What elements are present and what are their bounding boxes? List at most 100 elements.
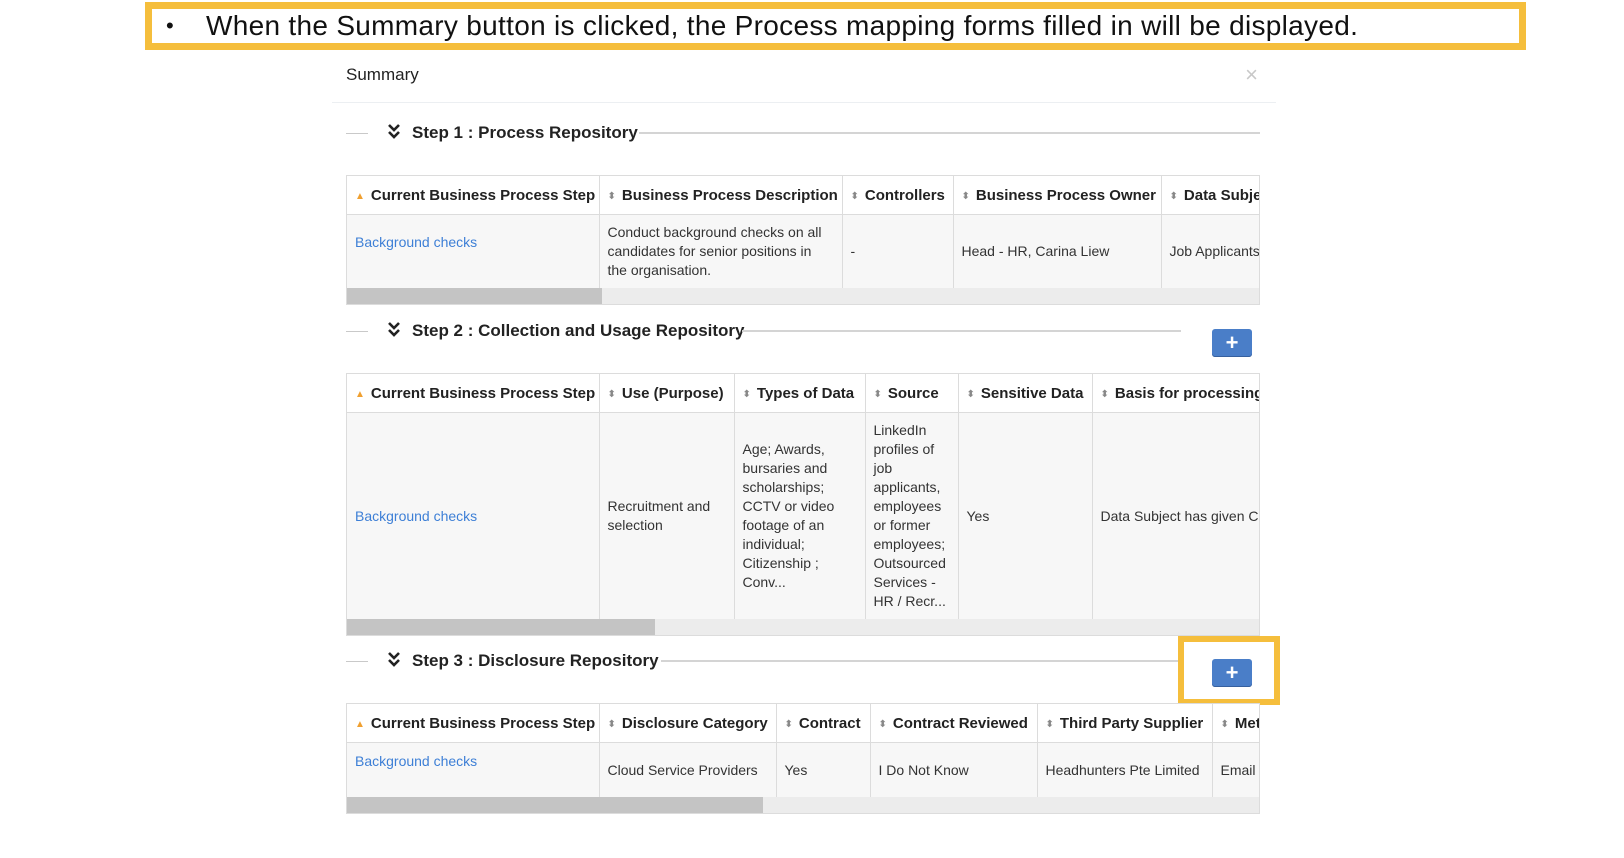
column-header-current-step[interactable]: ▲ Current Business Process Step — [347, 704, 600, 743]
table-cell: Conduct background checks on all candida… — [599, 214, 843, 289]
column-header-method[interactable]: ⬍ Met — [1212, 704, 1260, 743]
sort-icon: ⬍ — [878, 718, 887, 730]
table-cell: Data Subject has given C Information — [1092, 412, 1259, 620]
step2-title: Step 2 : Collection and Usage Repository — [412, 321, 745, 340]
table-cell: I Do Not Know — [870, 742, 1038, 799]
sort-asc-icon: ▲ — [355, 718, 365, 730]
instruction-callout: • When the Summary button is clicked, th… — [145, 2, 1526, 50]
column-header-disclosure-category[interactable]: ⬍ Disclosure Category — [599, 704, 777, 743]
step1-title: Step 1 : Process Repository — [412, 123, 638, 142]
column-header-use-purpose[interactable]: ⬍ Use (Purpose) — [599, 374, 735, 413]
table-header-row: ▲ Current Business Process Step ⬍ Disclosu… — [347, 704, 1260, 743]
callout-text: When the Summary button is clicked, the … — [206, 10, 1359, 41]
sort-asc-icon: ▲ — [355, 388, 365, 400]
table-cell: - — [842, 214, 954, 289]
table-header-row: ▲ Current Business Process Step ⬍ Use (Pur… — [347, 374, 1260, 413]
column-label: Current Business Process Step — [370, 186, 596, 204]
column-header-basis[interactable]: ⬍ Basis for processing — [1092, 374, 1260, 413]
step2-divider-right — [742, 330, 1181, 332]
double-chevron-down-icon[interactable] — [387, 651, 401, 670]
modal-header: Summary × — [332, 52, 1276, 103]
column-label: Third Party Supplier — [1059, 714, 1204, 732]
process-step-link[interactable]: Background checks — [347, 214, 600, 289]
sort-icon: ⬍ — [607, 190, 616, 202]
column-header-source[interactable]: ⬍ Source — [865, 374, 959, 413]
column-label: Disclosure Category — [621, 714, 768, 732]
table-cell: Job Applicants — [1161, 214, 1259, 289]
sort-icon: ⬍ — [961, 190, 970, 202]
table-row: Background checks Cloud Service Provider… — [347, 742, 1259, 799]
column-label: Business Process Description — [621, 186, 838, 204]
plus-icon: + — [1225, 660, 1239, 685]
column-header-third-party-supplier[interactable]: ⬍ Third Party Supplier — [1037, 704, 1213, 743]
step3-divider-left — [346, 661, 368, 662]
column-label: Controllers — [864, 186, 945, 204]
column-label: Met — [1234, 714, 1260, 732]
table-row: Background checks Recruitment and select… — [347, 412, 1259, 620]
column-header-current-step[interactable]: ▲ Current Business Process Step — [347, 176, 600, 215]
column-header-contract[interactable]: ⬍ Contract — [776, 704, 871, 743]
horizontal-scrollbar[interactable] — [347, 288, 1259, 304]
step3-title: Step 3 : Disclosure Repository — [412, 651, 659, 670]
step1-divider-left — [346, 133, 368, 134]
column-label: Source — [887, 384, 939, 402]
add-collection-button[interactable]: + — [1212, 329, 1252, 357]
process-step-link[interactable]: Background checks — [347, 412, 600, 620]
process-step-link[interactable]: Background checks — [347, 742, 600, 799]
double-chevron-down-icon[interactable] — [387, 123, 401, 142]
column-label: Data Subje — [1183, 186, 1260, 204]
column-label: Current Business Process Step — [370, 384, 596, 402]
table-cell: Headhunters Pte Limited — [1037, 742, 1213, 799]
column-header-types-of-data[interactable]: ⬍ Types of Data — [734, 374, 866, 413]
sort-icon: ⬍ — [966, 388, 975, 400]
sort-icon: ⬍ — [1045, 718, 1054, 730]
column-header-data-subject[interactable]: ⬍ Data Subje — [1161, 176, 1260, 215]
table-header-row: ▲ Current Business Process Step ⬍ Business… — [347, 176, 1260, 215]
summary-modal: Summary × Step 1 : Process Repository ▲ C… — [332, 52, 1280, 858]
column-label: Basis for processing — [1114, 384, 1260, 402]
table-cell: Age; Awards, bursaries and scholarships;… — [734, 412, 866, 620]
column-header-controllers[interactable]: ⬍ Controllers — [842, 176, 954, 215]
sort-icon: ⬍ — [1220, 718, 1229, 730]
table-cell: Cloud Service Providers — [599, 742, 777, 799]
plus-icon: + — [1225, 330, 1239, 355]
double-chevron-down-icon[interactable] — [387, 321, 401, 340]
close-icon[interactable]: × — [1245, 62, 1258, 88]
horizontal-scrollbar[interactable] — [347, 619, 1259, 635]
column-header-description[interactable]: ⬍ Business Process Description — [599, 176, 843, 215]
table-row: Background checks Conduct background che… — [347, 214, 1259, 289]
sort-asc-icon: ▲ — [355, 190, 365, 202]
column-label: Use (Purpose) — [621, 384, 724, 402]
sort-icon: ⬍ — [784, 718, 793, 730]
table-cell: Head - HR, Carina Liew — [953, 214, 1162, 289]
column-header-current-step[interactable]: ▲ Current Business Process Step — [347, 374, 600, 413]
column-header-sensitive-data[interactable]: ⬍ Sensitive Data — [958, 374, 1093, 413]
sort-icon: ⬍ — [873, 388, 882, 400]
column-label: Contract Reviewed — [892, 714, 1028, 732]
horizontal-scrollbar[interactable] — [347, 797, 1259, 813]
column-label: Current Business Process Step — [370, 714, 596, 732]
step2-divider-left — [346, 331, 368, 332]
scrollbar-thumb[interactable] — [347, 288, 602, 304]
sort-icon: ⬍ — [607, 718, 616, 730]
scrollbar-thumb[interactable] — [347, 797, 763, 813]
callout-bullet: • — [166, 13, 174, 38]
table-cell: Yes — [958, 412, 1093, 620]
column-label: Business Process Owner — [975, 186, 1156, 204]
add-disclosure-button[interactable]: + — [1212, 659, 1252, 687]
step1-divider-right — [639, 132, 1260, 134]
column-header-owner[interactable]: ⬍ Business Process Owner — [953, 176, 1162, 215]
sort-icon: ⬍ — [1100, 388, 1109, 400]
table-cell: LinkedIn profiles of job applicants, emp… — [865, 412, 959, 620]
table-cell: Email — [1212, 742, 1259, 799]
table-cell: Yes — [776, 742, 871, 799]
sort-icon: ⬍ — [742, 388, 751, 400]
step3-divider-right — [661, 660, 1181, 662]
step3-table: ▲ Current Business Process Step ⬍ Disclosu… — [346, 703, 1260, 814]
scrollbar-thumb[interactable] — [347, 619, 655, 635]
sort-icon: ⬍ — [1169, 190, 1178, 202]
sort-icon: ⬍ — [607, 388, 616, 400]
column-label: Contract — [798, 714, 861, 732]
column-header-contract-reviewed[interactable]: ⬍ Contract Reviewed — [870, 704, 1038, 743]
step1-table: ▲ Current Business Process Step ⬍ Business… — [346, 175, 1260, 305]
